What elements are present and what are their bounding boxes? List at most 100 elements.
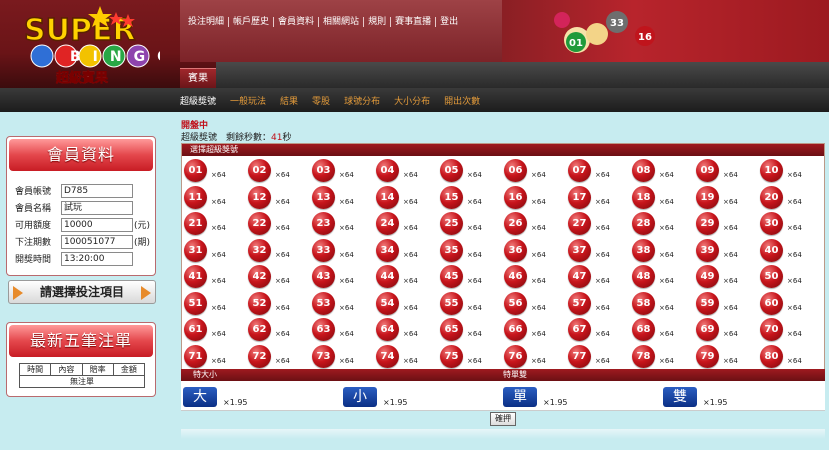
number-cell[interactable]: 50 ×64: [760, 264, 824, 291]
number-ball[interactable]: 20: [760, 185, 783, 209]
number-cell[interactable]: 35 ×64: [440, 238, 504, 265]
super-bingo-logo[interactable]: SUPER BINGO 超級賓果: [20, 4, 160, 86]
number-ball[interactable]: 75: [440, 344, 463, 368]
number-cell[interactable]: 74 ×64: [376, 344, 440, 371]
number-cell[interactable]: 56 ×64: [504, 291, 568, 318]
number-ball[interactable]: 59: [696, 291, 719, 315]
number-ball[interactable]: 78: [632, 344, 655, 368]
number-ball[interactable]: 51: [184, 291, 207, 315]
number-ball[interactable]: 24: [376, 212, 399, 235]
number-ball[interactable]: 55: [440, 291, 463, 315]
number-cell[interactable]: 01 ×64: [184, 158, 248, 185]
number-cell[interactable]: 79 ×64: [696, 344, 760, 371]
sub-nav-item[interactable]: 球號分布: [344, 94, 380, 107]
number-ball[interactable]: 37: [568, 238, 591, 262]
sub-nav-item[interactable]: 超級獎號: [180, 94, 216, 107]
big-button[interactable]: 大: [183, 387, 217, 407]
number-ball[interactable]: 30: [760, 212, 783, 235]
number-ball[interactable]: 10: [760, 159, 783, 182]
number-cell[interactable]: 69 ×64: [696, 317, 760, 344]
number-ball[interactable]: 68: [632, 318, 655, 341]
number-cell[interactable]: 63 ×64: [312, 317, 376, 344]
number-ball[interactable]: 66: [504, 318, 527, 341]
number-cell[interactable]: 03 ×64: [312, 158, 376, 185]
number-ball[interactable]: 72: [248, 344, 271, 368]
number-cell[interactable]: 37 ×64: [568, 238, 632, 265]
top-menu-item[interactable]: 帳戶歷史: [229, 17, 275, 27]
number-ball[interactable]: 40: [760, 238, 783, 262]
number-cell[interactable]: 26 ×64: [504, 211, 568, 238]
number-cell[interactable]: 11 ×64: [184, 185, 248, 212]
top-menu-item[interactable]: 投注明細: [184, 17, 230, 27]
number-cell[interactable]: 44 ×64: [376, 264, 440, 291]
number-cell[interactable]: 18 ×64: [632, 185, 696, 212]
number-ball[interactable]: 49: [696, 265, 719, 288]
number-cell[interactable]: 65 ×64: [440, 317, 504, 344]
number-ball[interactable]: 48: [632, 265, 655, 288]
number-ball[interactable]: 05: [440, 159, 463, 182]
sub-nav-item[interactable]: 大小分布: [394, 94, 430, 107]
number-ball[interactable]: 21: [184, 212, 207, 235]
number-cell[interactable]: 62 ×64: [248, 317, 312, 344]
number-ball[interactable]: 35: [440, 238, 463, 262]
number-ball[interactable]: 06: [504, 159, 527, 182]
number-cell[interactable]: 15 ×64: [440, 185, 504, 212]
number-ball[interactable]: 79: [696, 344, 719, 368]
number-ball[interactable]: 27: [568, 212, 591, 235]
number-ball[interactable]: 53: [312, 291, 335, 315]
number-ball[interactable]: 34: [376, 238, 399, 262]
number-cell[interactable]: 06 ×64: [504, 158, 568, 185]
number-ball[interactable]: 63: [312, 318, 335, 341]
number-ball[interactable]: 67: [568, 318, 591, 341]
number-ball[interactable]: 16: [504, 185, 527, 209]
number-cell[interactable]: 21 ×64: [184, 211, 248, 238]
number-ball[interactable]: 47: [568, 265, 591, 288]
number-ball[interactable]: 74: [376, 344, 399, 368]
number-cell[interactable]: 36 ×64: [504, 238, 568, 265]
top-menu-item[interactable]: 規則: [364, 17, 392, 27]
number-cell[interactable]: 33 ×64: [312, 238, 376, 265]
number-ball[interactable]: 22: [248, 212, 271, 235]
number-ball[interactable]: 39: [696, 238, 719, 262]
number-cell[interactable]: 32 ×64: [248, 238, 312, 265]
number-ball[interactable]: 01: [184, 159, 207, 182]
number-cell[interactable]: 39 ×64: [696, 238, 760, 265]
number-ball[interactable]: 23: [312, 212, 335, 235]
number-ball[interactable]: 04: [376, 159, 399, 182]
number-cell[interactable]: 54 ×64: [376, 291, 440, 318]
number-ball[interactable]: 31: [184, 238, 207, 262]
number-ball[interactable]: 11: [184, 185, 207, 209]
number-cell[interactable]: 02 ×64: [248, 158, 312, 185]
number-ball[interactable]: 45: [440, 265, 463, 288]
number-ball[interactable]: 70: [760, 318, 783, 341]
number-cell[interactable]: 78 ×64: [632, 344, 696, 371]
number-cell[interactable]: 58 ×64: [632, 291, 696, 318]
number-ball[interactable]: 32: [248, 238, 271, 262]
number-ball[interactable]: 61: [184, 318, 207, 341]
number-cell[interactable]: 04 ×64: [376, 158, 440, 185]
number-ball[interactable]: 07: [568, 159, 591, 182]
number-cell[interactable]: 38 ×64: [632, 238, 696, 265]
even-button[interactable]: 雙: [663, 387, 697, 407]
number-cell[interactable]: 12 ×64: [248, 185, 312, 212]
number-cell[interactable]: 22 ×64: [248, 211, 312, 238]
number-ball[interactable]: 46: [504, 265, 527, 288]
number-cell[interactable]: 28 ×64: [632, 211, 696, 238]
number-cell[interactable]: 47 ×64: [568, 264, 632, 291]
number-ball[interactable]: 36: [504, 238, 527, 262]
number-cell[interactable]: 66 ×64: [504, 317, 568, 344]
number-cell[interactable]: 23 ×64: [312, 211, 376, 238]
top-menu-item[interactable]: 會員資料: [274, 17, 320, 27]
number-cell[interactable]: 51 ×64: [184, 291, 248, 318]
small-button[interactable]: 小: [343, 387, 377, 407]
number-ball[interactable]: 60: [760, 291, 783, 315]
sub-nav-item[interactable]: 結果: [280, 94, 298, 107]
number-cell[interactable]: 71 ×64: [184, 344, 248, 371]
number-ball[interactable]: 14: [376, 185, 399, 209]
number-cell[interactable]: 41 ×64: [184, 264, 248, 291]
number-ball[interactable]: 41: [184, 265, 207, 288]
number-ball[interactable]: 77: [568, 344, 591, 368]
number-ball[interactable]: 71: [184, 344, 207, 368]
number-ball[interactable]: 02: [248, 159, 271, 182]
number-cell[interactable]: 52 ×64: [248, 291, 312, 318]
